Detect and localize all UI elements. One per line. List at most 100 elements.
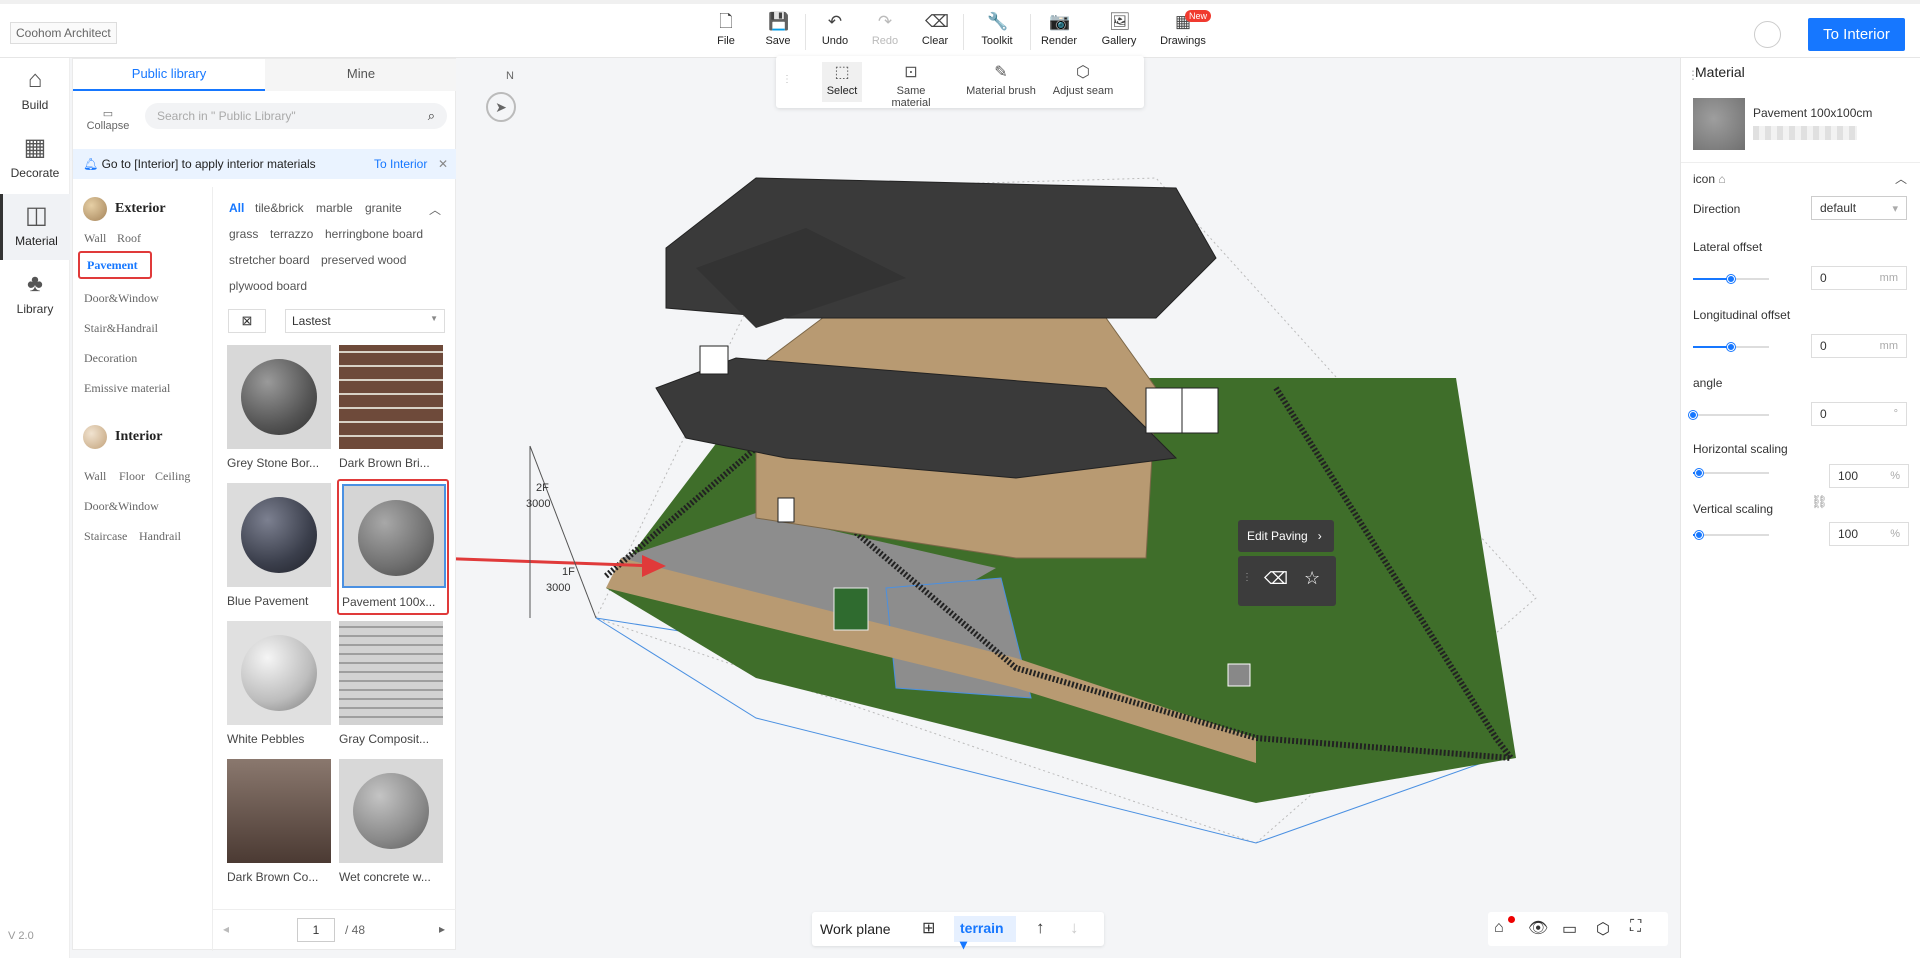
cat-ext-decoration[interactable]: Decoration [84, 351, 137, 366]
tab-public-library[interactable]: Public library [73, 59, 265, 91]
chevron-up-icon[interactable]: ︿ [1895, 170, 1907, 187]
filter-all[interactable]: All [229, 201, 244, 215]
close-icon[interactable]: ✕ [438, 149, 448, 179]
material-tile[interactable]: Grey Stone Bor... [227, 345, 331, 470]
eye-icon[interactable]: 👁 [1528, 918, 1548, 938]
arrow-up-icon[interactable]: ↑ [1036, 918, 1045, 938]
rail-library[interactable]: ♣ Library [0, 262, 70, 328]
pagination: ◂ 1 / 48 ▸ [213, 909, 457, 949]
render-button[interactable]: 📷 Render [1034, 12, 1084, 47]
sort-select[interactable]: Lastest ▼ [285, 309, 445, 333]
search-input[interactable]: Search in " Public Library" ⌕ [145, 103, 447, 129]
drag-handle-icon[interactable]: ⋮ [782, 74, 792, 85]
house-model[interactable] [456, 58, 1678, 958]
rail-material[interactable]: ◫ Material [0, 194, 70, 260]
clear-button[interactable]: ⌫ Clear [910, 12, 960, 47]
file-menu-button[interactable]: 🗋 File [701, 12, 751, 47]
search-icon[interactable]: ⌕ [428, 108, 435, 124]
adjust-seam-button[interactable]: ⬡ Adjust seam [1048, 64, 1118, 97]
material-tile[interactable]: Blue Pavement [227, 483, 331, 608]
tab-mine[interactable]: Mine [265, 59, 457, 91]
link-icon[interactable]: ⛓ [1811, 494, 1828, 510]
cat-int-staircase[interactable]: Staircase [84, 529, 127, 544]
material-tile[interactable]: White Pebbles [227, 621, 331, 746]
gallery-button[interactable]: 🖼 Gallery [1094, 12, 1144, 47]
collapse-button[interactable]: ▭ Collapse [73, 107, 143, 132]
arrow-down-icon[interactable]: ↓ [1070, 918, 1079, 938]
next-page-icon[interactable]: ▸ [439, 922, 445, 936]
material-brush-button[interactable]: ✎ Material brush [966, 64, 1036, 97]
cat-ext-stair-handrail[interactable]: Stair&Handrail [84, 321, 158, 336]
filter-plywood[interactable]: plywood board [229, 279, 307, 293]
plan-view-icon[interactable]: ▭ [1562, 919, 1577, 939]
level-2f-label: 2F [536, 482, 549, 494]
add-plane-icon[interactable]: ⊞ [922, 918, 935, 938]
material-tile-selected[interactable]: Pavement 100x... [337, 479, 449, 615]
chevron-up-icon[interactable]: ︿ [429, 201, 441, 218]
vertical-scaling-slider[interactable] [1693, 531, 1769, 539]
cat-ext-roof[interactable]: Roof [117, 231, 141, 246]
rail-build[interactable]: ⌂ Build [0, 58, 70, 124]
filter-marble[interactable]: marble [316, 201, 353, 215]
cat-int-wall[interactable]: Wall [84, 469, 106, 484]
reset-icon[interactable]: ⌂ [1718, 172, 1725, 186]
compass-north-label: N [506, 70, 514, 82]
avatar[interactable] [1754, 21, 1781, 48]
filter-preserved-wood[interactable]: preserved wood [321, 253, 406, 267]
home-icon[interactable]: ⌂ [1494, 919, 1504, 937]
material-tile[interactable]: Dark Brown Co... [227, 759, 331, 884]
material-tile[interactable]: Gray Composit... [339, 621, 443, 746]
undo-button[interactable]: ↶ Undo [810, 12, 860, 47]
filter-grass[interactable]: grass [229, 227, 258, 241]
redo-button[interactable]: ↷ Redo [860, 12, 910, 47]
library-panel: Public library Mine ▭ Collapse Search in … [72, 58, 457, 951]
cat-int-floor[interactable]: Floor [119, 469, 145, 484]
3d-view-icon[interactable]: ⬡ [1596, 919, 1610, 939]
save-button[interactable]: 💾 Save [753, 12, 803, 47]
material-tile[interactable]: Wet concrete w... [339, 759, 443, 884]
angle-input[interactable]: 0 ° [1811, 402, 1907, 426]
filter-terrazzo[interactable]: terrazzo [270, 227, 313, 241]
eraser-icon: ⌫ [925, 12, 950, 31]
compass-icon[interactable]: ➤ [486, 92, 516, 122]
longitudinal-offset-slider[interactable] [1693, 343, 1769, 351]
rail-decorate[interactable]: ▦ Decorate [0, 126, 70, 192]
cat-int-ceiling[interactable]: Ceiling [155, 469, 190, 484]
edit-paving-button[interactable]: Edit Paving › [1238, 520, 1334, 552]
fullscreen-icon[interactable]: ⛶ [1630, 918, 1641, 936]
lateral-offset-slider[interactable] [1693, 275, 1769, 283]
cat-int-door-window[interactable]: Door&Window [84, 499, 159, 514]
star-icon[interactable]: ☆ [1304, 568, 1320, 589]
section-title: icon ⌂ [1693, 172, 1726, 186]
horizontal-scaling-input[interactable]: 100% [1829, 464, 1909, 488]
longitudinal-offset-input[interactable]: 0 mm [1811, 334, 1907, 358]
eraser-icon[interactable]: ⌫ [1264, 569, 1288, 589]
to-interior-button[interactable]: To Interior [1808, 18, 1905, 51]
cat-ext-pavement[interactable]: Pavement [78, 251, 152, 279]
notice-to-interior-link[interactable]: To Interior [374, 149, 427, 179]
drag-handle-icon[interactable]: ⋮ [1242, 572, 1252, 583]
terrain-select[interactable]: terrain ▾ [954, 916, 1016, 952]
filter-stretcher[interactable]: stretcher board [229, 253, 310, 267]
cat-ext-wall[interactable]: Wall [84, 231, 106, 246]
direction-select[interactable]: default ▾ [1811, 196, 1907, 220]
cat-ext-emissive[interactable]: Emissive material [84, 381, 170, 396]
angle-slider[interactable] [1689, 411, 1769, 419]
filter-granite[interactable]: granite [365, 201, 402, 215]
select-tool-button[interactable]: ⬚ Select [822, 62, 862, 102]
prev-page-icon[interactable]: ◂ [223, 922, 229, 936]
horizontal-scaling-slider[interactable] [1693, 469, 1769, 477]
cat-ext-door-window[interactable]: Door&Window [84, 291, 159, 306]
filter-herringbone[interactable]: herringbone board [325, 227, 423, 241]
filter-tile-brick[interactable]: tile&brick [255, 201, 304, 215]
3d-viewport[interactable]: 2F 3000 1F 3000 [456, 58, 1678, 958]
vertical-scaling-input[interactable]: 100% [1829, 522, 1909, 546]
image-search-icon[interactable]: ⊠ [228, 309, 266, 333]
material-tile[interactable]: Dark Brown Bri... [339, 345, 443, 470]
cube-icon: ⬡ [1076, 64, 1090, 81]
lateral-offset-input[interactable]: 0 mm [1811, 266, 1907, 290]
cat-int-handrail[interactable]: Handrail [139, 529, 181, 544]
same-material-button[interactable]: ⊡ Same material [876, 64, 946, 109]
page-input[interactable]: 1 [297, 918, 335, 942]
toolkit-button[interactable]: 🔧 Toolkit [972, 12, 1022, 47]
